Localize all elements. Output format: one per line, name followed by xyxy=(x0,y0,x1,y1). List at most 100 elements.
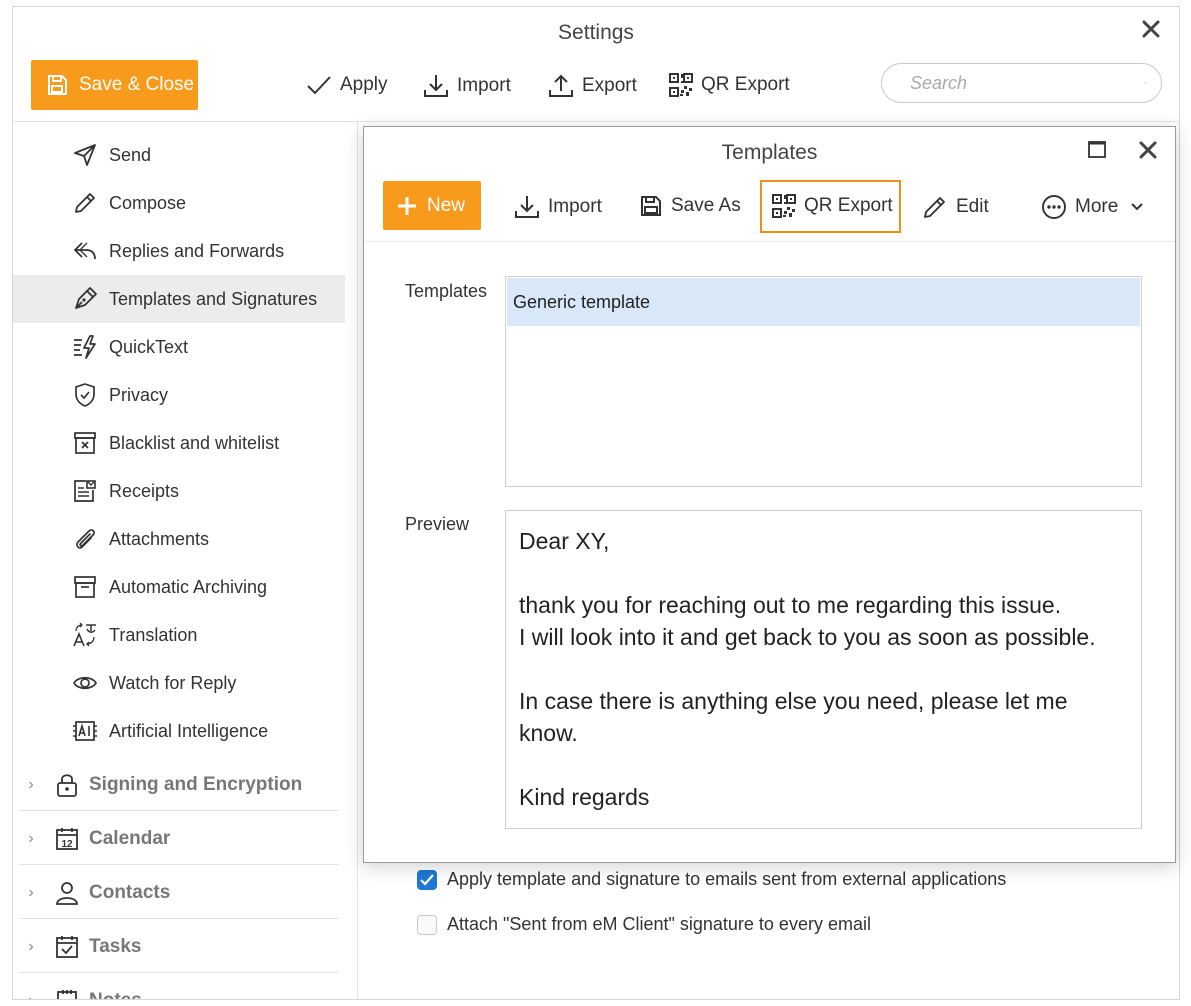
close-icon[interactable] xyxy=(1139,17,1163,41)
sidebar-item-compose[interactable]: Compose xyxy=(13,179,345,227)
sidebar-item-watch-reply[interactable]: Watch for Reply xyxy=(13,659,345,707)
lock-icon xyxy=(53,771,81,799)
archive-icon xyxy=(71,573,99,601)
search-input[interactable] xyxy=(910,72,1144,94)
qr-export-button[interactable]: QR Export xyxy=(669,73,790,97)
more-button[interactable]: More xyxy=(1041,194,1144,220)
dialog-qr-export-button[interactable]: QR Export xyxy=(772,194,893,218)
preview-line: In case there is anything else you need,… xyxy=(519,688,1068,746)
sidebar-item-blacklist[interactable]: Blacklist and whitelist xyxy=(13,419,345,467)
edit-label: Edit xyxy=(956,196,989,217)
export-label: Export xyxy=(582,75,637,96)
templates-label: Templates xyxy=(405,281,488,301)
sidebar-group-notes[interactable]: › Notes xyxy=(19,975,339,999)
close-icon[interactable] xyxy=(1136,138,1160,162)
chevron-down-icon xyxy=(1131,203,1144,211)
sidebar-item-label: Artificial Intelligence xyxy=(109,720,269,741)
sidebar-item-archiving[interactable]: Automatic Archiving xyxy=(13,563,345,611)
paperclip-icon xyxy=(71,525,99,553)
sidebar-group-tasks[interactable]: › Tasks xyxy=(19,921,339,973)
preview-closing: Kind regards xyxy=(519,784,650,810)
sidebar-group-contacts[interactable]: › Contacts xyxy=(19,867,339,919)
apply-label: Apply xyxy=(340,74,388,95)
sidebar-group-label: Calendar xyxy=(89,827,171,849)
sidebar-item-attachments[interactable]: Attachments xyxy=(13,515,345,563)
check-icon xyxy=(420,873,434,886)
import-icon xyxy=(515,196,539,218)
sidebar-item-ai[interactable]: Artificial Intelligence xyxy=(13,707,345,755)
sent-from-option[interactable]: Attach "Sent from eM Client" signature t… xyxy=(417,914,871,935)
shield-icon xyxy=(71,381,99,409)
save-close-button[interactable]: Save & Close xyxy=(31,60,198,110)
pen-nib-icon xyxy=(71,285,99,313)
edit-button[interactable]: Edit xyxy=(922,194,989,220)
chevron-right-icon[interactable]: › xyxy=(19,884,43,902)
sidebar-item-label: Attachments xyxy=(109,528,210,549)
notes-icon xyxy=(53,987,81,999)
sent-from-checkbox[interactable] xyxy=(417,914,437,935)
templates-list[interactable]: Generic template xyxy=(505,276,1142,487)
list-item[interactable]: Generic template xyxy=(507,278,1140,326)
sidebar-group-calendar[interactable]: › 12 Calendar xyxy=(19,813,339,865)
dialog-toolbar-divider xyxy=(364,241,1175,242)
blacklist-icon xyxy=(71,429,99,457)
pencil-icon xyxy=(924,197,945,218)
maximize-icon[interactable] xyxy=(1086,139,1108,161)
new-label: New xyxy=(427,194,466,216)
chevron-right-icon[interactable]: › xyxy=(19,776,43,794)
eye-icon xyxy=(71,669,99,697)
sidebar-item-label: Privacy xyxy=(109,384,169,405)
quicktext-icon xyxy=(71,333,99,361)
export-button[interactable]: Export xyxy=(548,73,637,99)
sidebar-item-label: QuickText xyxy=(109,336,189,357)
new-template-button[interactable]: New xyxy=(383,181,481,230)
window-title: Settings xyxy=(558,21,634,44)
person-icon xyxy=(53,879,81,907)
sidebar-item-label: Blacklist and whitelist xyxy=(109,432,280,453)
sidebar-item-translation[interactable]: Translation xyxy=(13,611,345,659)
save-as-button[interactable]: Save As xyxy=(639,194,741,218)
sidebar-item-label: Watch for Reply xyxy=(109,672,237,693)
reply-icon xyxy=(71,237,99,265)
save-icon xyxy=(48,75,67,95)
save-icon xyxy=(641,196,661,216)
search-box[interactable] xyxy=(881,63,1162,103)
sidebar-item-label: Send xyxy=(109,144,152,165)
calendar-icon: 12 xyxy=(53,825,81,853)
chevron-right-icon[interactable]: › xyxy=(19,992,43,999)
sidebar-item-templates[interactable]: Templates and Signatures xyxy=(13,275,345,323)
preview-line: I will look into it and get back to you … xyxy=(519,624,1096,650)
chevron-right-icon[interactable]: › xyxy=(19,938,43,956)
sidebar: Send Compose Replies and Forwards Templa… xyxy=(13,122,358,999)
qr-export-label: QR Export xyxy=(701,74,790,95)
sidebar-item-quicktext[interactable]: QuickText xyxy=(13,323,345,371)
sidebar-group-signing[interactable]: › Signing and Encryption xyxy=(19,759,339,811)
dialog-import-button[interactable]: Import xyxy=(514,194,602,220)
sidebar-item-send[interactable]: Send xyxy=(13,131,345,179)
sidebar-item-label: Translation xyxy=(109,624,198,645)
qr-code-icon xyxy=(772,194,796,218)
sidebar-item-label: Templates and Signatures xyxy=(109,288,318,309)
sidebar-item-receipts[interactable]: Receipts xyxy=(13,467,345,515)
search-icon[interactable] xyxy=(1144,72,1147,94)
apply-external-option[interactable]: Apply template and signature to emails s… xyxy=(417,869,1006,890)
apply-external-checkbox[interactable] xyxy=(417,869,437,890)
sidebar-item-label: Compose xyxy=(109,192,187,213)
import-label: Import xyxy=(457,75,511,96)
sidebar-item-replies[interactable]: Replies and Forwards xyxy=(13,227,345,275)
sidebar-item-privacy[interactable]: Privacy xyxy=(13,371,345,419)
more-label: More xyxy=(1075,196,1119,217)
import-button[interactable]: Import xyxy=(423,73,511,99)
apply-button[interactable]: Apply xyxy=(306,73,388,97)
apply-external-label: Apply template and signature to emails s… xyxy=(447,869,1007,889)
svg-text:12: 12 xyxy=(61,839,73,850)
pencil-icon xyxy=(71,189,99,217)
template-preview: Dear XY, thank you for reaching out to m… xyxy=(505,510,1142,829)
chevron-right-icon[interactable]: › xyxy=(19,830,43,848)
receipt-icon xyxy=(71,477,99,505)
sidebar-group-label: Signing and Encryption xyxy=(89,773,303,795)
dialog-import-label: Import xyxy=(548,196,602,217)
templates-dialog: Templates New Import Save As QR Export E… xyxy=(363,126,1176,863)
save-as-label: Save As xyxy=(671,195,741,216)
ai-icon xyxy=(71,717,99,745)
